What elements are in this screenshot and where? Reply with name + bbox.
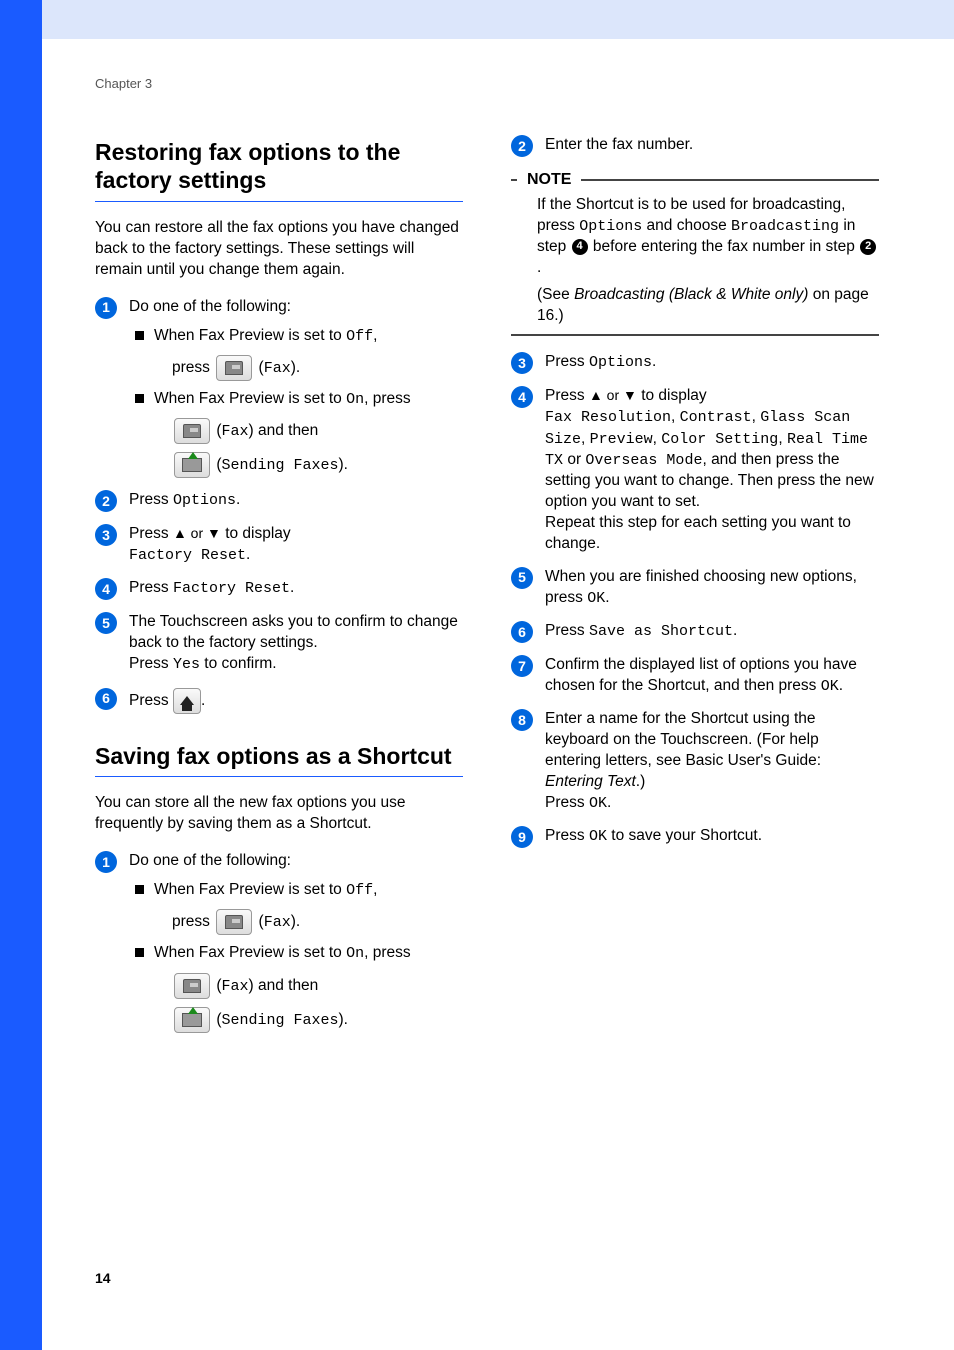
step-badge-3: 3	[511, 352, 533, 374]
s1-step4: 4 Press Factory Reset.	[95, 578, 463, 600]
bullet-icon	[135, 394, 144, 403]
step-badge-2: 2	[95, 490, 117, 512]
fax-icon	[174, 973, 210, 999]
step-badge-9: 9	[511, 826, 533, 848]
note-label: NOTE	[527, 169, 571, 191]
sending-faxes-icon	[174, 452, 210, 478]
chapter-label: Chapter 3	[95, 75, 463, 93]
s1-step6: 6 Press .	[95, 688, 463, 714]
note-box: NOTE If the Shortcut is to be used for b…	[511, 169, 879, 336]
r-step8: 8 Enter a name for the Shortcut using th…	[511, 709, 879, 814]
right-column: 2 Enter the fax number. NOTE If the Shor…	[511, 135, 879, 1045]
step-badge-8: 8	[511, 709, 533, 731]
section1-rule	[95, 201, 463, 202]
r-step2: 2 Enter the fax number.	[511, 135, 879, 157]
r-step3: 3 Press Options.	[511, 352, 879, 374]
s1-sub-b: When Fax Preview is set to On, press (Fa…	[135, 389, 463, 478]
page-number: 14	[95, 1269, 111, 1288]
step-badge-5: 5	[95, 612, 117, 634]
s1-step2: 2 Press Options.	[95, 490, 463, 512]
r-step5: 5 When you are finished choosing new opt…	[511, 567, 879, 609]
blue-sidebar	[0, 0, 42, 1350]
s2-lead: Do one of the following:	[129, 851, 463, 872]
r-step6: 6 Press Save as Shortcut.	[511, 621, 879, 643]
fax-icon	[174, 418, 210, 444]
r-step4: 4 Press ▲ or ▼ to display Fax Resolution…	[511, 386, 879, 554]
step-badge-3: 3	[95, 524, 117, 546]
fax-icon	[216, 355, 252, 381]
s1-step5: 5 The Touchscreen asks you to confirm to…	[95, 612, 463, 675]
s2-sub-a: When Fax Preview is set to Off, press (F…	[135, 880, 463, 935]
step-badge-6: 6	[511, 621, 533, 643]
header-band	[0, 0, 954, 39]
s2-step1: 1 Do one of the following: When Fax Prev…	[95, 851, 463, 1032]
step-badge-4: 4	[95, 578, 117, 600]
step-badge-7: 7	[511, 655, 533, 677]
step-badge-1: 1	[95, 851, 117, 873]
step-badge-2: 2	[511, 135, 533, 157]
inline-step-2: 2	[860, 239, 876, 255]
r-step7: 7 Confirm the displayed list of options …	[511, 655, 879, 697]
s1-step1: 1 Do one of the following: When Fax Prev…	[95, 297, 463, 478]
section2-intro: You can store all the new fax options yo…	[95, 793, 463, 835]
left-column: Chapter 3 Restoring fax options to the f…	[95, 75, 463, 1045]
r-step9: 9 Press OK to save your Shortcut.	[511, 826, 879, 848]
s1-lead: Do one of the following:	[129, 297, 463, 318]
s2-sub-b: When Fax Preview is set to On, press (Fa…	[135, 943, 463, 1032]
section1-intro: You can restore all the fax options you …	[95, 218, 463, 281]
bullet-icon	[135, 885, 144, 894]
step-badge-1: 1	[95, 297, 117, 319]
page-content: Chapter 3 Restoring fax options to the f…	[95, 75, 895, 1045]
home-icon	[173, 688, 201, 714]
inline-step-4: 4	[572, 239, 588, 255]
fax-icon	[216, 909, 252, 935]
section2-title: Saving fax options as a Shortcut	[95, 742, 463, 771]
step-badge-5: 5	[511, 567, 533, 589]
s1-step3: 3 Press ▲ or ▼ to display Factory Reset.	[95, 524, 463, 566]
step-badge-4: 4	[511, 386, 533, 408]
sending-faxes-icon	[174, 1007, 210, 1033]
s1-sub-a: When Fax Preview is set to Off, press (F…	[135, 326, 463, 381]
section1-title: Restoring fax options to the factory set…	[95, 138, 463, 196]
step-badge-6: 6	[95, 688, 117, 710]
section2-rule	[95, 776, 463, 777]
bullet-icon	[135, 948, 144, 957]
bullet-icon	[135, 331, 144, 340]
